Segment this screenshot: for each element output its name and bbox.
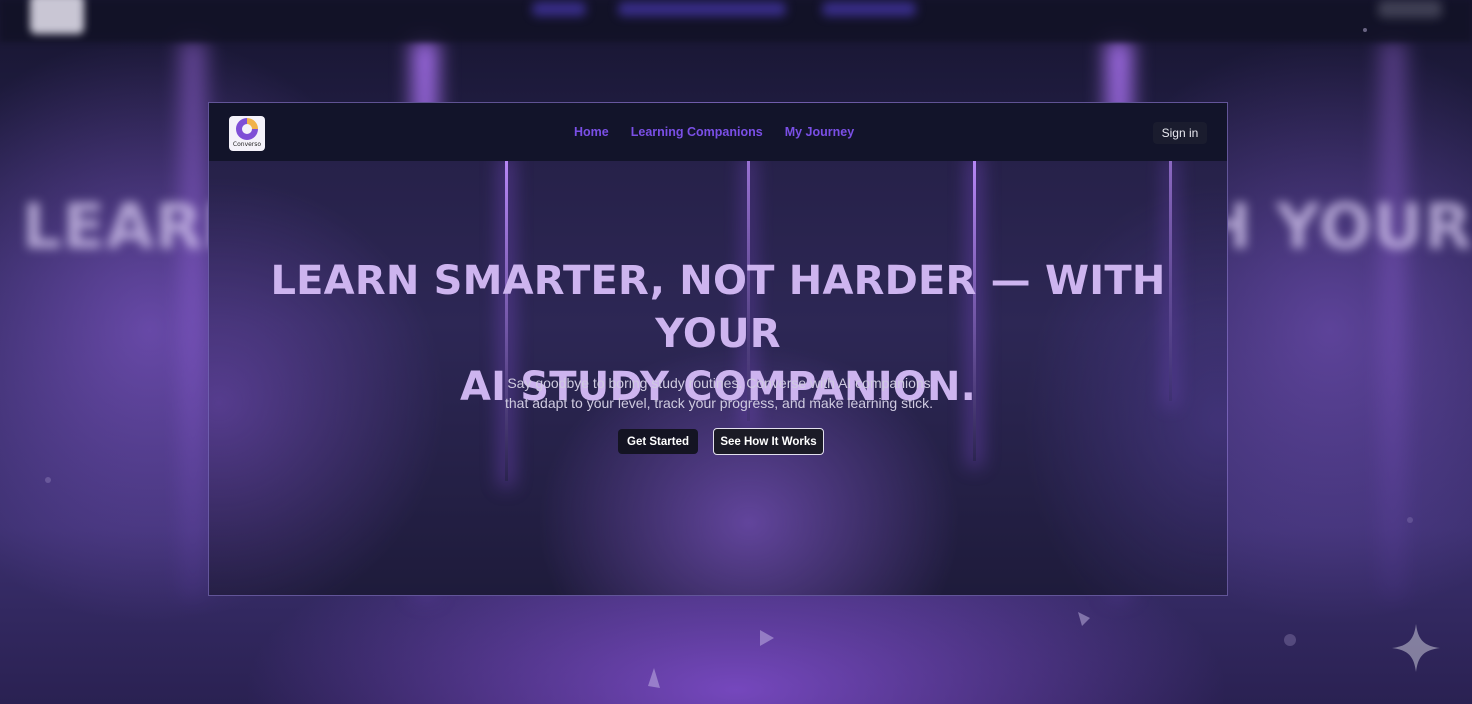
hero-subtitle-line-2: that adapt to your level, track your pro… bbox=[505, 395, 933, 411]
nav-links: Home Learning Companions My Journey bbox=[574, 125, 854, 139]
logo-c-icon bbox=[236, 118, 258, 140]
nav-link-learning-companions[interactable]: Learning Companions bbox=[631, 125, 763, 139]
hero-title-line-1: LEARN SMARTER, NOT HARDER — WITH YOUR bbox=[270, 258, 1166, 357]
particle bbox=[1363, 28, 1367, 32]
website-preview-frame: Converso Home Learning Companions My Jou… bbox=[208, 102, 1228, 596]
particle bbox=[1407, 517, 1413, 523]
brand-logo[interactable]: Converso bbox=[229, 116, 265, 151]
sparkle-icon bbox=[1392, 624, 1440, 672]
particle bbox=[1284, 634, 1296, 646]
nav-link-my-journey[interactable]: My Journey bbox=[785, 125, 854, 139]
sign-in-button[interactable]: Sign in bbox=[1153, 122, 1207, 144]
particle bbox=[1078, 612, 1090, 626]
nav-link-home[interactable]: Home bbox=[574, 125, 609, 139]
particle bbox=[648, 668, 660, 688]
hero-subtitle-line-1: Say goodbye to boring study routines. Co… bbox=[507, 375, 931, 391]
hero-subtitle: Say goodbye to boring study routines. Co… bbox=[469, 373, 969, 413]
particle bbox=[760, 630, 774, 646]
get-started-button[interactable]: Get Started bbox=[618, 429, 698, 454]
site-navbar: Converso Home Learning Companions My Jou… bbox=[209, 103, 1227, 161]
particle bbox=[45, 477, 51, 483]
see-how-it-works-button[interactable]: See How It Works bbox=[713, 428, 824, 455]
logo-text: Converso bbox=[232, 141, 262, 148]
